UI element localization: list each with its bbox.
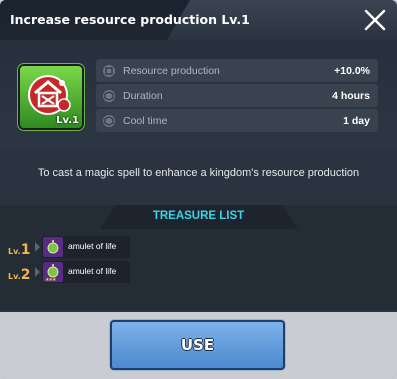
treasure-row-2: Lv.2 ★★★ amulet of life: [8, 261, 130, 283]
stat-label: Cool time: [123, 114, 168, 127]
stats-list: Resource production +10.0% Duration 4 ho…: [96, 59, 378, 134]
dialog-title: Increase resource production Lv.1: [10, 12, 250, 27]
treasure-list-title: TREASURE LIST: [152, 210, 245, 222]
close-button[interactable]: [361, 6, 389, 34]
stat-label: Resource production: [123, 64, 220, 77]
close-icon: [364, 9, 386, 31]
skill-icon: Lv.1: [20, 66, 82, 128]
stat-row-resource: Resource production +10.0%: [96, 59, 378, 82]
treasure-row-1: Lv.1 amulet of life: [8, 236, 130, 258]
arrow-right-icon: [35, 267, 40, 277]
treasure-item[interactable]: amulet of life: [42, 236, 130, 258]
star-rating: ★★★: [45, 277, 56, 283]
treasure-name: amulet of life: [68, 241, 117, 251]
use-button[interactable]: USE: [110, 320, 285, 370]
treasure-name: amulet of life: [68, 266, 117, 276]
amulet-icon: ★★★: [43, 262, 63, 283]
treasure-level: Lv.2: [8, 267, 31, 283]
stat-value: 4 hours: [332, 89, 370, 102]
skill-level-badge: Lv.1: [56, 115, 79, 126]
stat-label: Duration: [123, 89, 163, 102]
dialog-header: Increase resource production Lv.1: [0, 0, 397, 40]
stat-row-duration: Duration 4 hours: [96, 84, 378, 107]
use-button-label: USE: [180, 336, 215, 354]
stat-row-cooltime: Cool time 1 day: [96, 109, 378, 132]
stat-value: +10.0%: [334, 64, 370, 77]
duration-icon: [103, 89, 115, 102]
skill-description: To cast a magic spell to enhance a kingd…: [37, 167, 360, 179]
treasure-level: Lv.1: [8, 242, 31, 258]
treasure-item[interactable]: ★★★ amulet of life: [42, 261, 130, 283]
resource-icon: [103, 64, 115, 77]
skill-dialog: Increase resource production Lv.1 Lv.1 R…: [0, 0, 397, 379]
house-resource-icon: [28, 75, 71, 115]
cooltime-icon: [103, 114, 115, 127]
arrow-right-icon: [35, 242, 40, 252]
stat-value: 1 day: [343, 114, 370, 127]
amulet-icon: [43, 237, 63, 257]
treasure-list-header: TREASURE LIST: [0, 205, 397, 229]
